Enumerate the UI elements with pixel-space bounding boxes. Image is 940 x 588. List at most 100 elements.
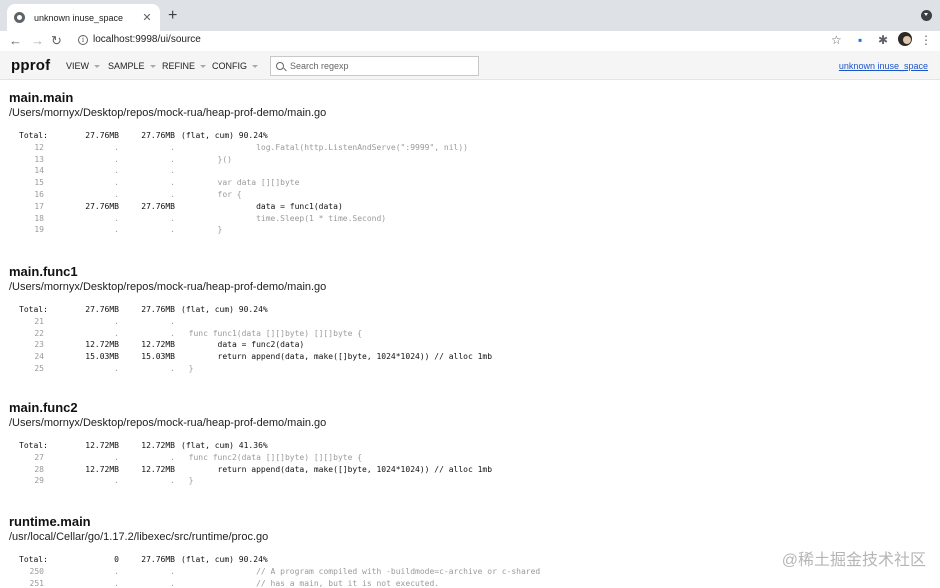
search-box[interactable] bbox=[270, 56, 479, 76]
menu-config-label: CONFIG bbox=[212, 61, 247, 71]
cum-value: 15.03MB bbox=[141, 352, 175, 362]
close-tab-icon[interactable]: ✕ bbox=[140, 11, 154, 25]
flat-value: . bbox=[114, 364, 119, 373]
extension-icon[interactable]: ▪ bbox=[858, 33, 862, 47]
pprof-header: pprof VIEW SAMPLE REFINE CONFIG unknown … bbox=[0, 51, 940, 80]
flat-value: 15.03MB bbox=[85, 352, 119, 362]
cum-value: . bbox=[170, 316, 175, 326]
cum-value: . bbox=[170, 154, 175, 164]
info-icon[interactable]: i bbox=[78, 34, 88, 45]
code-text: } bbox=[179, 476, 194, 486]
total-cum: 27.76MB bbox=[141, 305, 175, 314]
total-rest: (flat, cum) 90.24% bbox=[181, 555, 268, 564]
chevron-down-icon bbox=[94, 64, 101, 68]
line-number: 24 bbox=[34, 352, 44, 362]
line-number: 18 bbox=[34, 213, 44, 223]
flat-value: . bbox=[114, 190, 119, 199]
menu-view[interactable]: VIEW bbox=[66, 61, 101, 71]
code-text: }() bbox=[179, 154, 232, 164]
forward-icon[interactable]: → bbox=[31, 32, 44, 49]
line-number: 16 bbox=[34, 190, 44, 199]
flat-value: 12.72MB bbox=[85, 464, 119, 474]
function-file-path: /Users/mornyx/Desktop/repos/mock-rua/hea… bbox=[9, 281, 327, 293]
star-icon[interactable]: ☆ bbox=[831, 33, 842, 47]
chevron-down-icon bbox=[149, 64, 156, 68]
new-tab-button[interactable]: + bbox=[168, 7, 177, 25]
cum-value: . bbox=[170, 578, 175, 588]
total-flat: 12.72MB bbox=[85, 441, 119, 450]
function-file-path: /usr/local/Cellar/go/1.17.2/libexec/src/… bbox=[9, 531, 269, 543]
code-text: var data [][]byte bbox=[179, 178, 300, 188]
avatar[interactable] bbox=[898, 32, 912, 46]
menu-refine[interactable]: REFINE bbox=[162, 61, 207, 71]
flat-value: . bbox=[114, 316, 119, 326]
line-number: 27 bbox=[34, 452, 44, 462]
back-icon[interactable]: ← bbox=[9, 32, 22, 49]
line-number: 17 bbox=[34, 201, 44, 211]
flat-value: . bbox=[114, 452, 119, 462]
cum-value: . bbox=[170, 213, 175, 223]
total-label: Total: bbox=[19, 441, 48, 450]
tab-search-icon[interactable] bbox=[921, 10, 932, 21]
cum-value: . bbox=[170, 178, 175, 188]
line-number: 15 bbox=[34, 178, 44, 188]
browser-toolbar: ← → ↻ i localhost:9998/ui/source ☆ ▪ ✱ ⋮ bbox=[0, 31, 940, 51]
total-rest: (flat, cum) 41.36% bbox=[181, 441, 268, 450]
code-text: } bbox=[179, 364, 194, 373]
flat-value: 12.72MB bbox=[85, 340, 119, 350]
flat-value: . bbox=[114, 328, 119, 338]
cum-value: . bbox=[170, 566, 175, 576]
profile-name-link[interactable]: unknown inuse_space bbox=[839, 61, 928, 71]
menu-sample[interactable]: SAMPLE bbox=[108, 61, 156, 71]
browser-tab[interactable]: unknown inuse_space ✕ bbox=[7, 4, 160, 31]
total-flat: 27.76MB bbox=[85, 305, 119, 314]
total-flat: 0 bbox=[114, 555, 119, 564]
line-number: 19 bbox=[34, 225, 44, 235]
function-name: main.func2 bbox=[9, 400, 78, 415]
menu-icon[interactable]: ⋮ bbox=[920, 33, 932, 47]
code-text: time.Sleep(1 * time.Second) bbox=[179, 213, 387, 223]
chevron-down-icon bbox=[252, 64, 258, 68]
cum-value: 12.72MB bbox=[141, 340, 175, 350]
flat-value: . bbox=[114, 166, 119, 176]
total-label: Total: bbox=[19, 305, 48, 314]
code-text: for { bbox=[179, 190, 242, 199]
function-file-path: /Users/mornyx/Desktop/repos/mock-rua/hea… bbox=[9, 417, 327, 429]
search-input[interactable] bbox=[290, 61, 470, 71]
function-name: main.func1 bbox=[9, 264, 78, 279]
tab-title: unknown inuse_space bbox=[34, 12, 124, 23]
line-number: 22 bbox=[34, 328, 44, 338]
line-number: 12 bbox=[34, 142, 44, 152]
function-section: main.main/Users/mornyx/Desktop/repos/moc… bbox=[9, 90, 468, 234]
line-number: 21 bbox=[34, 316, 44, 326]
line-number: 251 bbox=[29, 578, 44, 588]
address-bar[interactable]: i localhost:9998/ui/source bbox=[78, 34, 201, 45]
total-cum: 27.76MB bbox=[141, 131, 175, 140]
total-rest: (flat, cum) 90.24% bbox=[181, 305, 268, 314]
line-number: 250 bbox=[29, 566, 44, 576]
code-text: func func1(data [][]byte) [][]byte { bbox=[179, 328, 363, 338]
function-section: main.func1/Users/mornyx/Desktop/repos/mo… bbox=[9, 264, 492, 373]
reload-icon[interactable]: ↻ bbox=[51, 32, 62, 49]
cum-value: . bbox=[170, 452, 175, 462]
source-listing: main.main/Users/mornyx/Desktop/repos/moc… bbox=[0, 81, 940, 588]
total-label: Total: bbox=[19, 131, 48, 140]
cum-value: . bbox=[170, 476, 175, 486]
menu-config[interactable]: CONFIG bbox=[212, 61, 258, 71]
function-section: runtime.main/usr/local/Cellar/go/1.17.2/… bbox=[9, 514, 540, 588]
line-number: 25 bbox=[34, 364, 44, 373]
line-number: 13 bbox=[34, 154, 44, 164]
cum-value: 12.72MB bbox=[141, 464, 175, 474]
flat-value: . bbox=[114, 178, 119, 188]
puzzle-icon[interactable]: ✱ bbox=[878, 33, 888, 47]
cum-value: . bbox=[170, 328, 175, 338]
menu-refine-label: REFINE bbox=[162, 61, 196, 71]
globe-icon bbox=[14, 12, 25, 23]
code-text: // has a main, but it is not executed. bbox=[179, 578, 440, 588]
cum-value: 27.76MB bbox=[141, 201, 175, 211]
cum-value: . bbox=[170, 364, 175, 373]
cum-value: . bbox=[170, 142, 175, 152]
pprof-logo[interactable]: pprof bbox=[11, 57, 50, 74]
flat-value: . bbox=[114, 213, 119, 223]
cum-value: . bbox=[170, 225, 175, 235]
